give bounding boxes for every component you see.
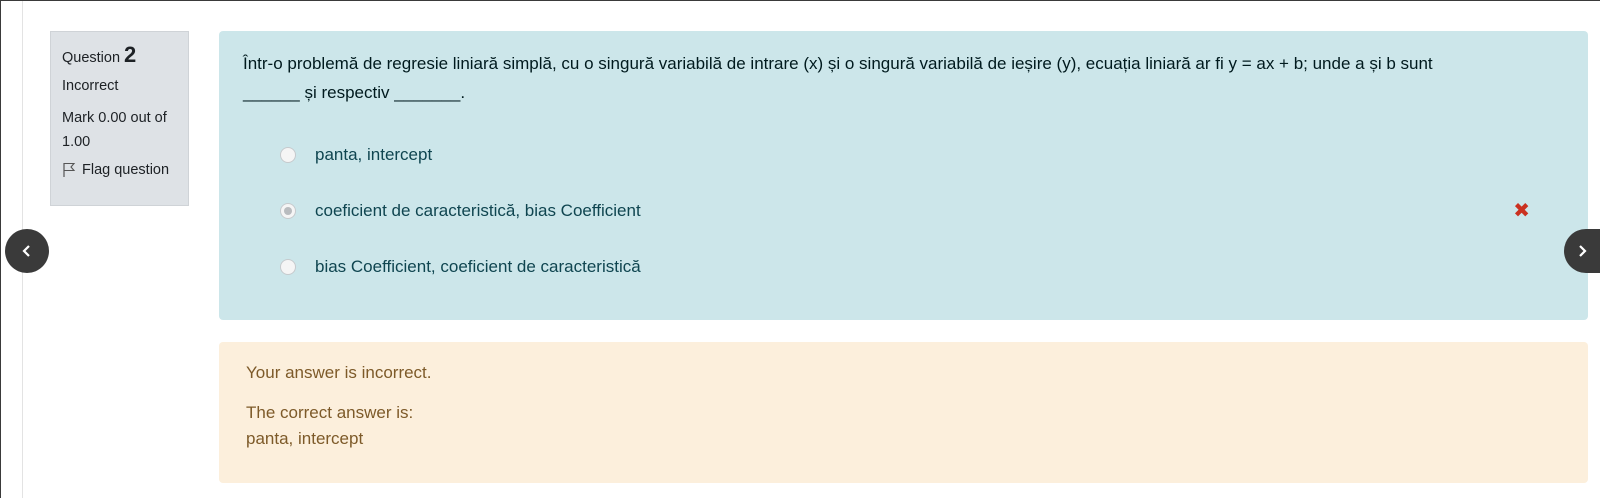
question-formulation: Într-o problemă de regresie liniară simp… [219, 31, 1588, 320]
general-feedback: Your answer is incorrect. [246, 363, 432, 382]
right-answer-intro: The correct answer is: [246, 403, 414, 422]
answer-label: bias Coefficient, coeficient de caracter… [315, 257, 641, 276]
flag-icon [62, 162, 76, 178]
chevron-right-icon [1576, 238, 1588, 264]
flag-question-button[interactable]: Flag question [62, 162, 177, 178]
question-number-value: 2 [124, 42, 137, 67]
answer-option[interactable]: bias Coefficient, coeficient de caracter… [243, 239, 1566, 295]
previous-page-button[interactable] [5, 229, 49, 273]
answer-label: coeficient de caracteristică, bias Coeff… [315, 201, 641, 220]
question-info-panel: Question 2 Incorrect Mark 0.00 out of 1.… [50, 31, 189, 206]
question-grade: Mark 0.00 out of 1.00 [62, 110, 167, 150]
answer-label: panta, intercept [315, 145, 433, 164]
cross-icon: ✖ [1513, 200, 1530, 222]
next-page-button[interactable] [1564, 229, 1600, 273]
question-prefix: Question [62, 50, 121, 66]
radio-button-selected[interactable] [280, 203, 296, 219]
chevron-left-icon [21, 238, 33, 264]
flag-question-label: Flag question [82, 162, 170, 178]
answer-option-selected[interactable]: coeficient de caracteristică, bias Coeff… [243, 183, 1566, 239]
feedback-panel: Your answer is incorrect. The correct an… [219, 342, 1588, 483]
radio-button[interactable] [280, 259, 296, 275]
question-number: Question 2 [62, 42, 177, 67]
radio-button[interactable] [280, 147, 296, 163]
question-text: Într-o problemă de regresie liniară simp… [243, 54, 1433, 102]
answer-list: panta, intercept coeficient de caracteri… [243, 127, 1566, 295]
answer-option[interactable]: panta, intercept [243, 127, 1566, 183]
question-state: Incorrect [62, 78, 119, 94]
right-answer: panta, intercept [246, 429, 364, 448]
